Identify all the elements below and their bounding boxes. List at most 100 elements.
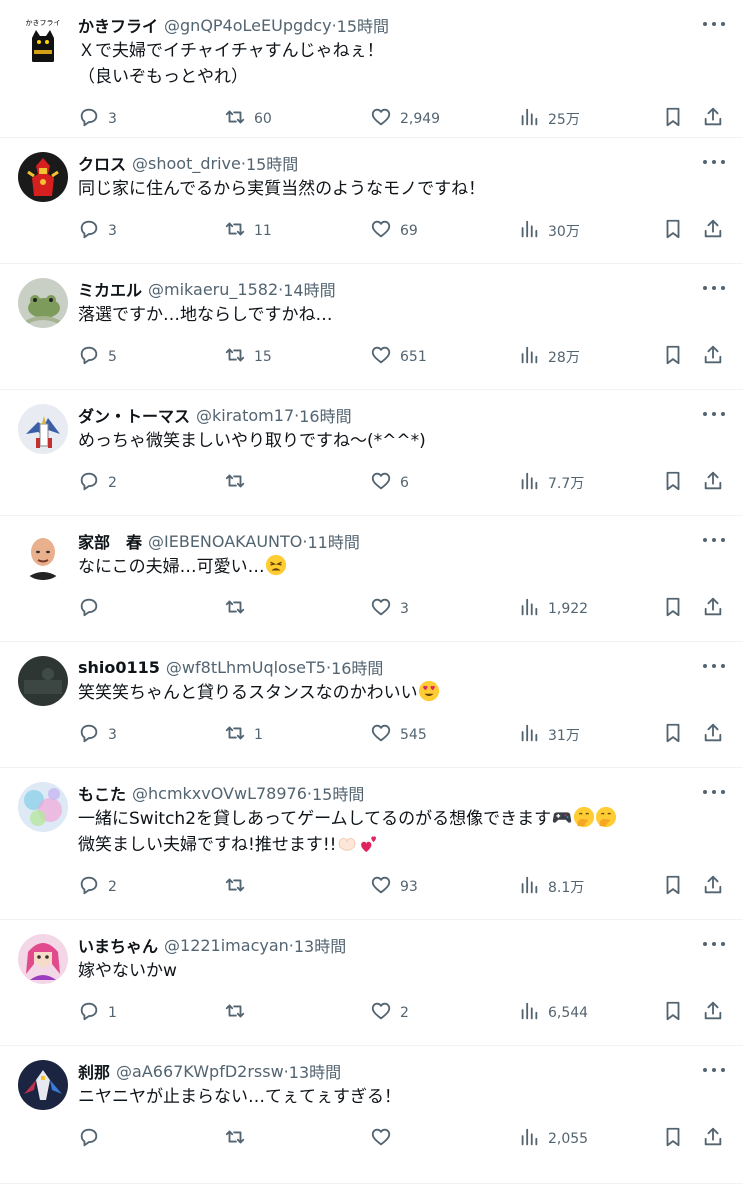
retweet-button[interactable] (224, 596, 254, 622)
views-button[interactable]: 30万 (518, 218, 580, 244)
reply-button[interactable]: 3 (78, 106, 117, 132)
share-button[interactable] (702, 106, 724, 132)
retweet-button[interactable] (224, 1126, 254, 1152)
author-handle[interactable]: @wf8tLhmUqloseT5 (166, 658, 326, 677)
like-button[interactable]: 2,949 (370, 106, 440, 132)
more-options-icon[interactable] (703, 278, 725, 298)
like-button[interactable]: 6 (370, 470, 409, 496)
more-options-icon[interactable] (703, 404, 725, 424)
like-button[interactable] (370, 1126, 400, 1152)
share-button[interactable] (702, 596, 724, 622)
author-handle[interactable]: @1221imacyan (164, 936, 289, 955)
author-handle[interactable]: @shoot_drive (132, 154, 241, 173)
reply-button[interactable] (78, 1126, 108, 1152)
like-button[interactable]: 69 (370, 218, 418, 244)
author-name[interactable]: 家部 春 (78, 529, 142, 553)
retweet-button[interactable]: 15 (224, 344, 272, 370)
retweet-button[interactable] (224, 874, 254, 900)
post-time[interactable]: 15時間 (246, 151, 298, 175)
author-name[interactable]: 刹那 (78, 1059, 110, 1083)
bookmark-button[interactable] (662, 106, 684, 132)
avatar[interactable] (18, 934, 68, 984)
author-name[interactable]: ミカエル (78, 277, 142, 301)
share-button[interactable] (702, 470, 724, 496)
reply-button[interactable]: 1 (78, 1000, 117, 1026)
bookmark-button[interactable] (662, 218, 684, 244)
post-time[interactable]: 13時間 (289, 1059, 341, 1083)
bookmark-button[interactable] (662, 722, 684, 748)
author-handle[interactable]: @IEBENOAKAUNTO (148, 532, 302, 551)
avatar[interactable]: かきフライ (18, 14, 68, 64)
like-button[interactable]: 3 (370, 596, 409, 622)
author-name[interactable]: もこた (78, 781, 126, 805)
author-handle[interactable]: @kiratom17 (196, 406, 294, 425)
share-button[interactable] (702, 722, 724, 748)
author-name[interactable]: shio0115 (78, 658, 160, 677)
post-time[interactable]: 11時間 (307, 529, 359, 553)
avatar[interactable] (18, 656, 68, 706)
retweet-icon (224, 470, 246, 496)
like-button[interactable]: 93 (370, 874, 418, 900)
author-name[interactable]: ダン・トーマス (78, 403, 190, 427)
more-options-icon[interactable] (703, 782, 725, 802)
author-handle[interactable]: @gnQP4oLeEUpgdcy (164, 16, 332, 35)
reply-button[interactable]: 2 (78, 470, 117, 496)
more-options-icon[interactable] (703, 1060, 725, 1080)
avatar[interactable] (18, 152, 68, 202)
views-button[interactable]: 8.1万 (518, 874, 584, 900)
views-button[interactable]: 6,544 (518, 1000, 588, 1026)
like-button[interactable]: 651 (370, 344, 427, 370)
reply-button[interactable]: 5 (78, 344, 117, 370)
like-button[interactable]: 545 (370, 722, 427, 748)
author-handle[interactable]: @mikaeru_1582 (148, 280, 278, 299)
bookmark-button[interactable] (662, 1126, 684, 1152)
post-time[interactable]: 14時間 (283, 277, 335, 301)
post-time[interactable]: 16時間 (331, 655, 383, 679)
retweet-button[interactable]: 1 (224, 722, 263, 748)
avatar[interactable] (18, 278, 68, 328)
avatar[interactable] (18, 530, 68, 580)
author-handle[interactable]: @hcmkxvOVwL78976 (132, 784, 307, 803)
views-button[interactable]: 28万 (518, 344, 580, 370)
avatar[interactable] (18, 404, 68, 454)
reply-button[interactable]: 2 (78, 874, 117, 900)
bookmark-button[interactable] (662, 344, 684, 370)
retweet-button[interactable]: 60 (224, 106, 272, 132)
more-options-icon[interactable] (703, 530, 725, 550)
reply-button[interactable]: 3 (78, 722, 117, 748)
bookmark-button[interactable] (662, 470, 684, 496)
author-name[interactable]: クロス (78, 151, 126, 175)
like-button[interactable]: 2 (370, 1000, 409, 1026)
retweet-button[interactable]: 11 (224, 218, 272, 244)
more-options-icon[interactable] (703, 656, 725, 676)
share-button[interactable] (702, 344, 724, 370)
post-time[interactable]: 15時間 (312, 781, 364, 805)
author-name[interactable]: かきフライ (78, 13, 158, 37)
avatar[interactable] (18, 1060, 68, 1110)
views-button[interactable]: 7.7万 (518, 470, 584, 496)
share-button[interactable] (702, 1126, 724, 1152)
more-options-icon[interactable] (703, 934, 725, 954)
bookmark-button[interactable] (662, 1000, 684, 1026)
share-button[interactable] (702, 874, 724, 900)
avatar[interactable] (18, 782, 68, 832)
bookmark-button[interactable] (662, 596, 684, 622)
more-options-icon[interactable] (703, 152, 725, 172)
more-options-icon[interactable] (703, 14, 725, 34)
reply-button[interactable] (78, 596, 108, 622)
author-handle[interactable]: @aA667KWpfD2rssw (116, 1062, 284, 1081)
retweet-button[interactable] (224, 1000, 254, 1026)
reply-button[interactable]: 3 (78, 218, 117, 244)
post-time[interactable]: 15時間 (337, 13, 389, 37)
author-name[interactable]: いまちゃん (78, 933, 158, 957)
bookmark-button[interactable] (662, 874, 684, 900)
views-button[interactable]: 25万 (518, 106, 580, 132)
share-button[interactable] (702, 218, 724, 244)
retweet-button[interactable] (224, 470, 254, 496)
views-button[interactable]: 31万 (518, 722, 580, 748)
views-button[interactable]: 2,055 (518, 1126, 588, 1152)
views-button[interactable]: 1,922 (518, 596, 588, 622)
share-button[interactable] (702, 1000, 724, 1026)
post-time[interactable]: 16時間 (299, 403, 351, 427)
post-time[interactable]: 13時間 (294, 933, 346, 957)
